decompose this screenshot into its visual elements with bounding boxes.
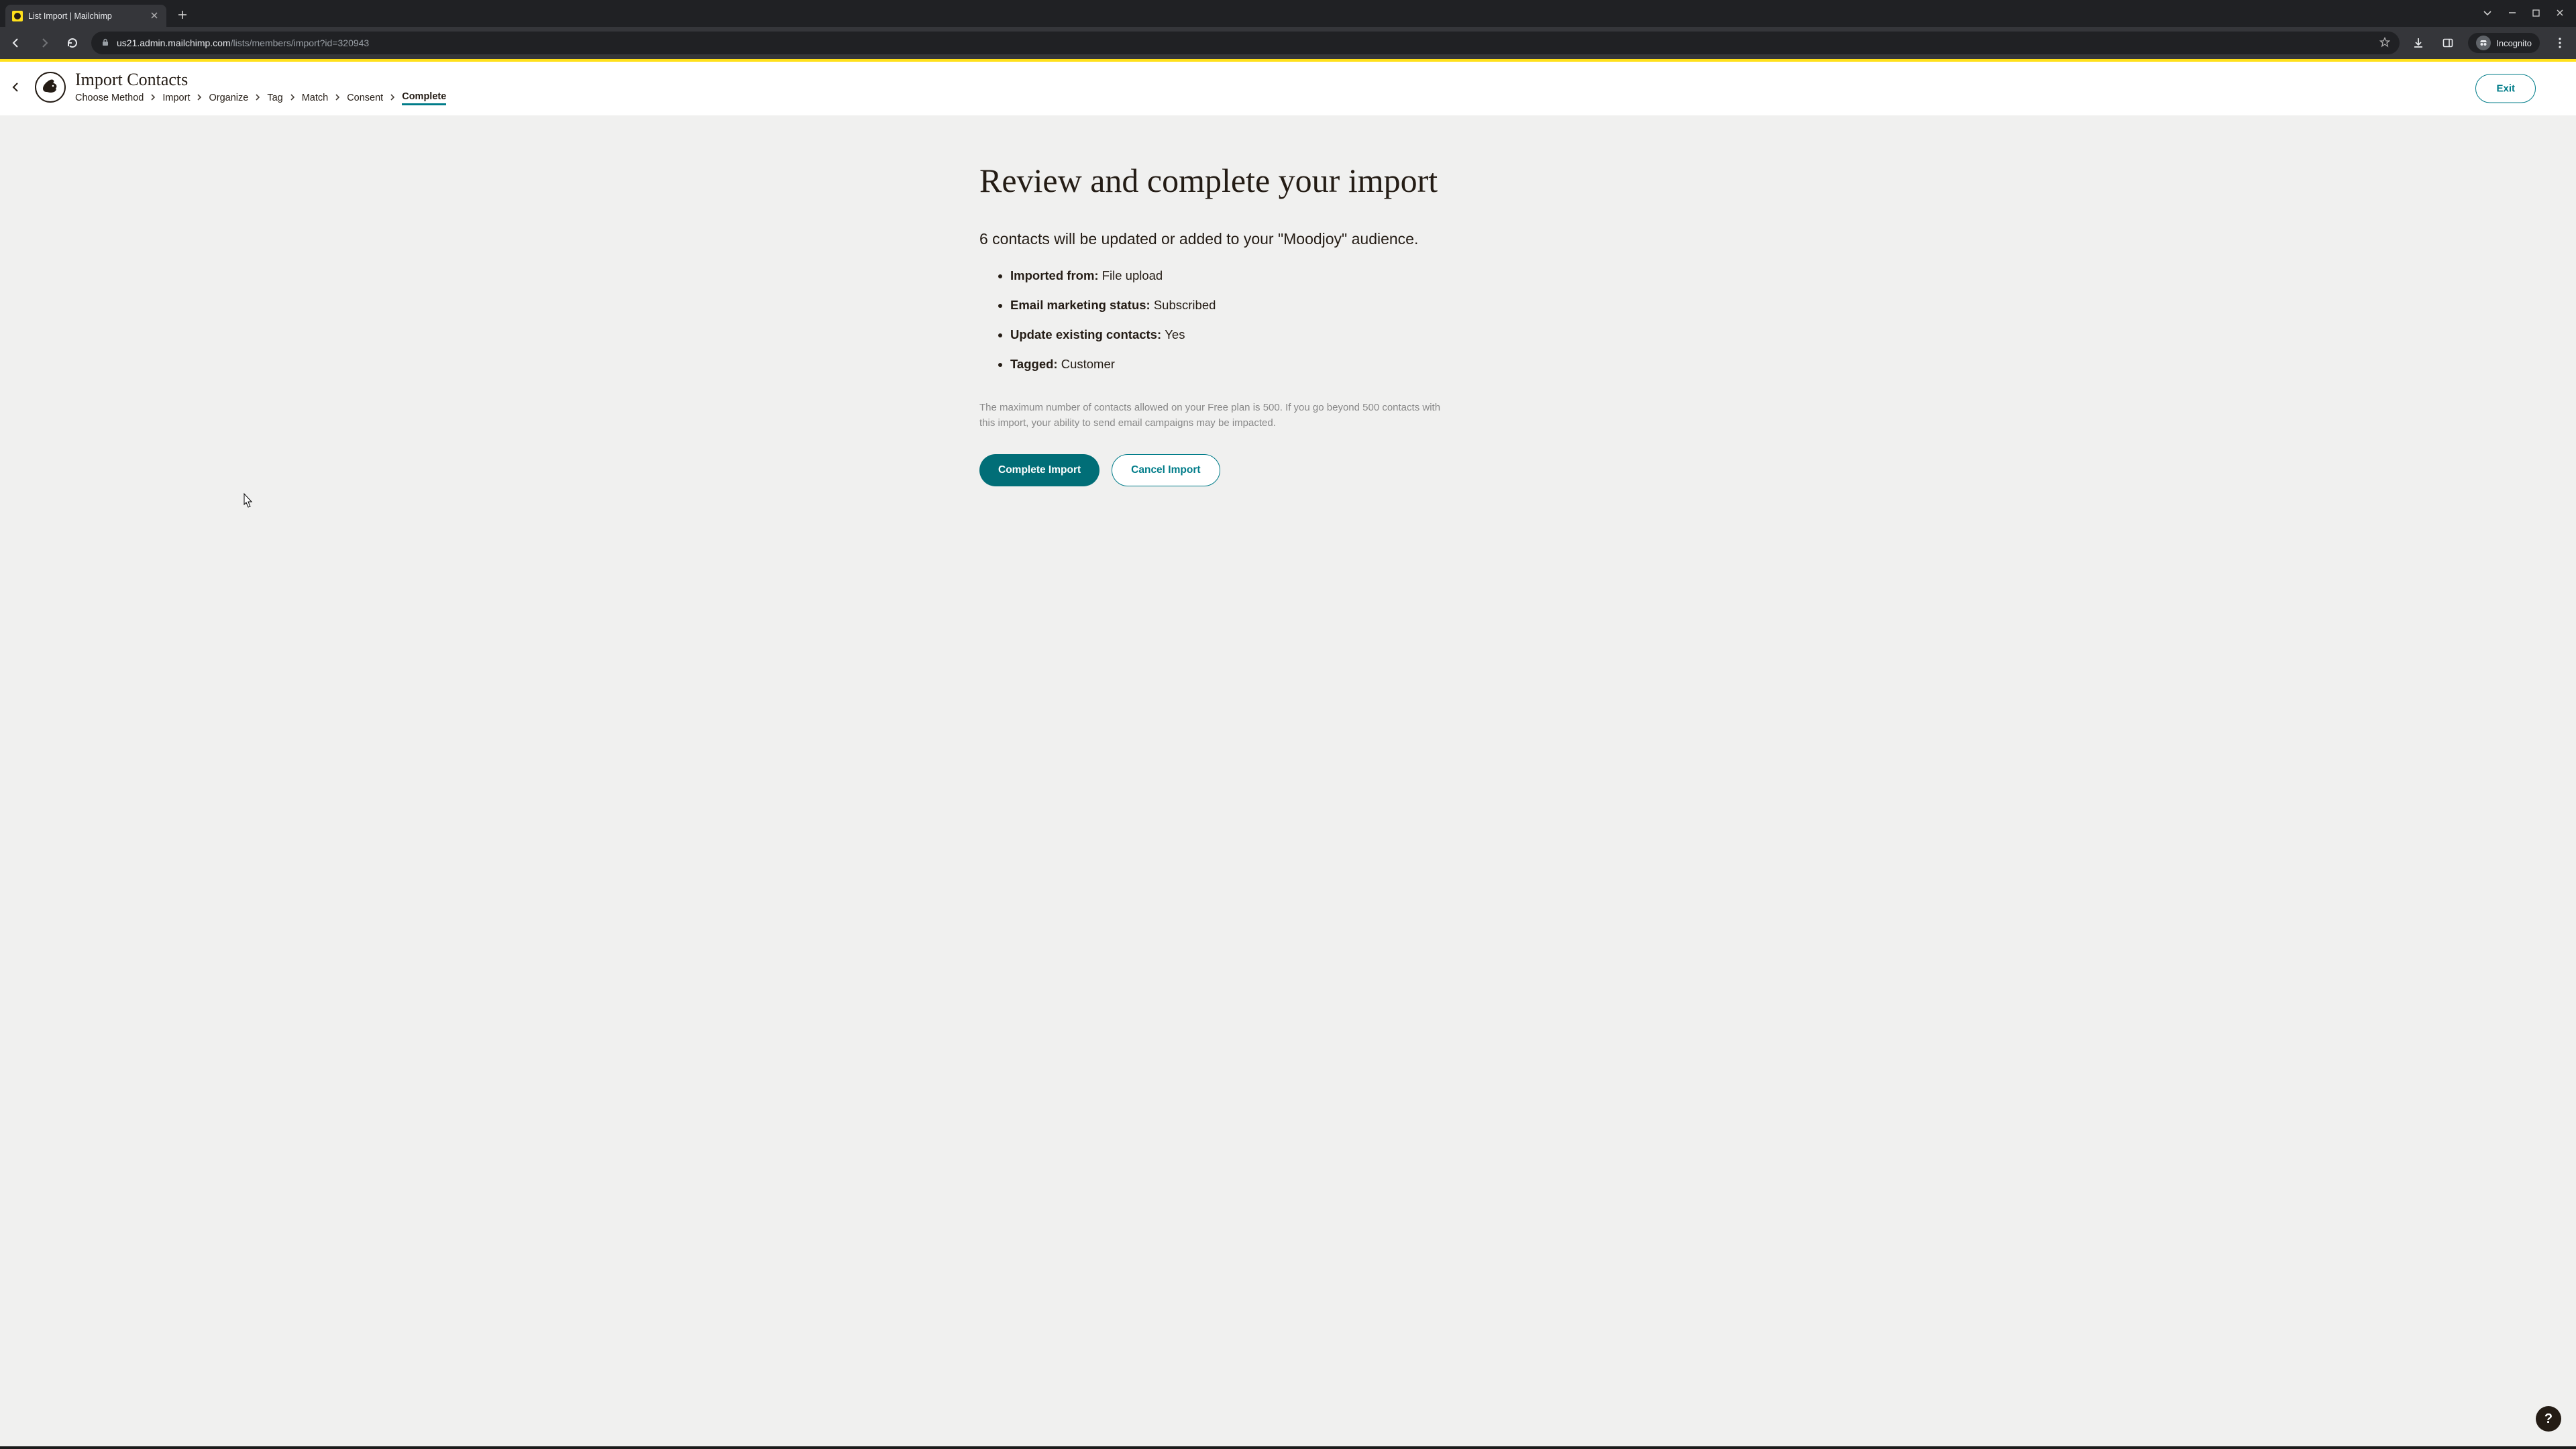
import-detail-item: Imported from: File upload [1010,268,1597,283]
mailchimp-favicon [12,11,23,21]
browser-toolbar: us21.admin.mailchimp.com/lists/members/i… [0,27,2576,59]
chevron-right-icon [335,93,340,103]
content-scroll[interactable]: Review and complete your import 6 contac… [0,115,2576,1446]
page-title: Import Contacts [75,70,446,90]
breadcrumb: Choose Method Import Organize Tag Match Conse… [75,91,446,105]
breadcrumb-step: Complete [402,91,446,105]
import-detail-item: Tagged: Customer [1010,357,1597,372]
cancel-import-button[interactable]: Cancel Import [1112,454,1220,486]
os-taskbar [0,1446,2576,1449]
detail-label: Email marketing status: [1010,298,1154,312]
window-minimize-icon[interactable] [2508,8,2516,19]
new-tab-button[interactable] [173,5,192,24]
plan-limit-note: The maximum number of contacts allowed o… [979,400,1449,431]
detail-value: Subscribed [1154,298,1216,312]
app-header: Import Contacts Choose Method Import Organ… [0,62,2576,115]
side-panel-icon[interactable] [2438,34,2457,52]
chevron-right-icon [255,93,260,103]
nav-reload-button[interactable] [63,34,82,52]
downloads-icon[interactable] [2409,34,2428,52]
detail-label: Imported from: [1010,268,1102,282]
summary-line: 6 contacts will be updated or added to y… [979,230,1597,248]
main-heading: Review and complete your import [979,162,1597,199]
detail-label: Update existing contacts: [1010,327,1165,341]
cursor-icon [240,492,254,510]
import-detail-item: Update existing contacts: Yes [1010,327,1597,342]
address-bar[interactable]: us21.admin.mailchimp.com/lists/members/i… [91,32,2400,54]
chevron-right-icon [290,93,295,103]
lock-icon [101,38,110,49]
breadcrumb-step[interactable]: Import [162,93,190,103]
window-maximize-icon[interactable] [2532,8,2540,19]
browser-titlebar: List Import | Mailchimp [0,0,2576,27]
breadcrumb-step[interactable]: Consent [347,93,383,103]
url-path: /lists/members/import?id=320943 [231,38,370,48]
tab-title: List Import | Mailchimp [28,11,112,21]
help-button[interactable]: ? [2536,1406,2561,1432]
incognito-indicator[interactable]: Incognito [2468,33,2540,53]
url-host: us21.admin.mailchimp.com [117,38,231,48]
complete-import-button[interactable]: Complete Import [979,454,1099,486]
browser-tab[interactable]: List Import | Mailchimp [5,5,166,28]
bookmark-star-icon[interactable] [2379,37,2390,50]
nav-forward-button[interactable] [35,34,54,52]
breadcrumb-step[interactable]: Tag [267,93,282,103]
close-tab-icon[interactable] [150,11,158,21]
incognito-icon [2476,36,2491,50]
app-viewport: Import Contacts Choose Method Import Organ… [0,59,2576,1446]
detail-label: Tagged: [1010,357,1061,371]
chevron-right-icon [390,93,395,103]
browser-menu-icon[interactable] [2551,34,2569,52]
mailchimp-logo[interactable] [35,72,66,103]
header-back-button[interactable] [7,78,25,97]
chevron-right-icon [197,93,202,103]
detail-value: Customer [1061,357,1115,371]
breadcrumb-step[interactable]: Organize [209,93,248,103]
import-detail-item: Email marketing status: Subscribed [1010,298,1597,313]
detail-value: Yes [1165,327,1185,341]
incognito-label: Incognito [2496,38,2532,48]
window-controls [2483,8,2576,19]
action-buttons: Complete Import Cancel Import [979,454,1597,486]
detail-value: File upload [1102,268,1163,282]
tab-search-icon[interactable] [2483,8,2492,19]
exit-button[interactable]: Exit [2475,74,2536,103]
nav-back-button[interactable] [7,34,25,52]
content: Review and complete your import 6 contac… [966,115,1610,567]
chevron-right-icon [150,93,156,103]
import-details-list: Imported from: File upload Email marketin… [979,268,1597,372]
window-close-icon[interactable] [2556,8,2564,19]
breadcrumb-step[interactable]: Choose Method [75,93,144,103]
breadcrumb-step[interactable]: Match [302,93,329,103]
